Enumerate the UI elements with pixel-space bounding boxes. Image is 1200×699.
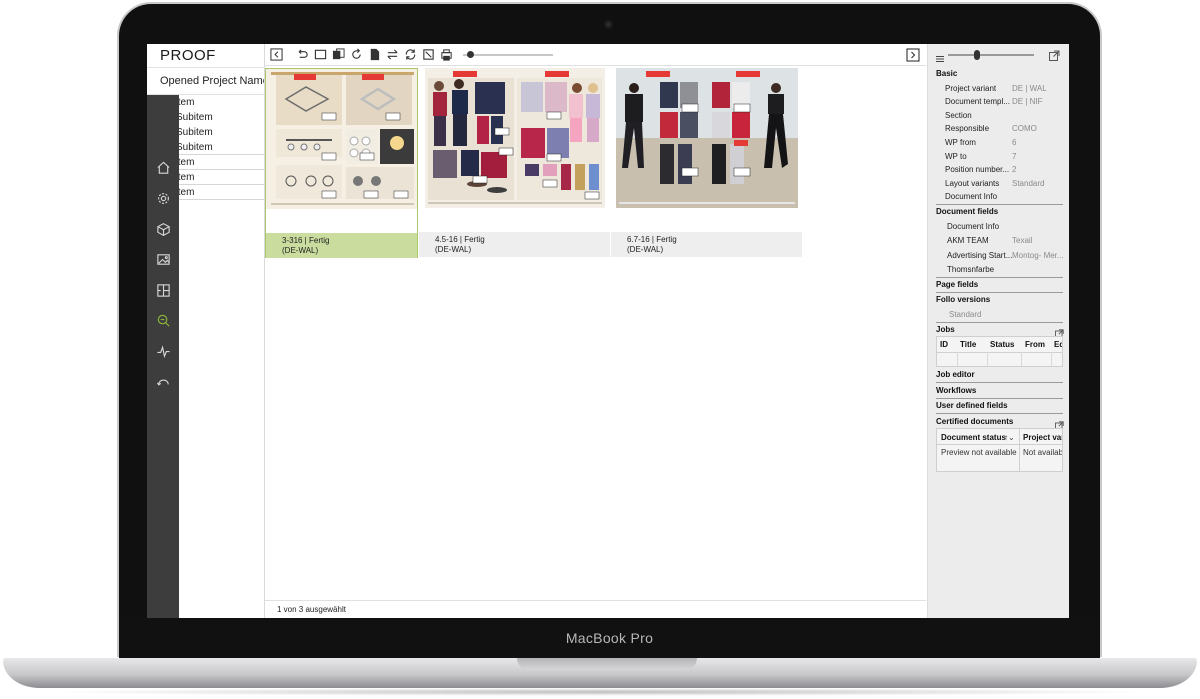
webcam (604, 20, 613, 29)
section-certified-documents[interactable]: Certified documents (936, 417, 1013, 426)
page-preview-image (616, 68, 798, 208)
copy-icon[interactable] (331, 47, 346, 62)
properties-zoom-handle[interactable] (974, 50, 980, 60)
page-thumbnail[interactable]: 3-316 | Fertig (DE-WAL) (265, 68, 418, 258)
status-bar: 1 von 3 ausgewählt (265, 600, 926, 618)
project-name-row[interactable]: Opened Project Name (147, 67, 269, 95)
zoom-icon[interactable] (155, 312, 171, 328)
page-preview-image (266, 69, 417, 209)
opening-notch (517, 658, 697, 670)
screen-bezel: MacBook Pro (119, 618, 1100, 658)
certified-documents-table: Document status ↑⌄ Project vari Preview … (936, 428, 1063, 472)
undo-curve-icon[interactable] (155, 373, 171, 389)
menu-icon[interactable] (936, 50, 944, 62)
thumbnail-caption: 6.7-16 | Fertig (DE-WAL) (611, 232, 802, 257)
jobs-table: ID Title Status From Ed (936, 336, 1063, 367)
tree-subitem[interactable]: Subitem (179, 110, 264, 125)
zoom-slider-handle[interactable] (467, 50, 474, 58)
expand-right-icon[interactable] (906, 48, 920, 62)
certified-popout-icon[interactable] (1055, 417, 1064, 430)
document-icon[interactable] (367, 47, 382, 62)
jobs-popout-icon[interactable] (1055, 325, 1064, 338)
undo-icon[interactable] (295, 47, 310, 62)
section-follo-versions[interactable]: Follo versions (936, 295, 990, 304)
tree-item[interactable]: Item (179, 170, 264, 185)
properties-zoom-slider[interactable] (948, 54, 1034, 56)
section-page-fields[interactable]: Page fields (936, 280, 978, 289)
section-workflows[interactable]: Workflows (936, 386, 976, 395)
refresh-icon[interactable] (403, 47, 418, 62)
device-model-label: MacBook Pro (565, 630, 654, 646)
swap-icon[interactable] (385, 47, 400, 62)
tree-item[interactable]: Item (179, 155, 264, 170)
section-document-fields[interactable]: Document fields (936, 207, 998, 216)
project-tree: ◆ Item Subitem › Subitem Subitem Item It… (179, 95, 264, 200)
activity-icon[interactable] (155, 343, 171, 359)
properties-panel: Basic Project variant DE | WAL Document … (927, 44, 1069, 618)
app-title: PROOF (160, 47, 216, 64)
tree-item[interactable]: ◆ Item (179, 95, 264, 110)
cube-icon[interactable] (155, 221, 171, 237)
zoom-slider[interactable] (463, 49, 553, 61)
tree-subitem[interactable]: Subitem (179, 140, 264, 155)
navigation-panel: PROOF Opened Project Name em Subitem Sub… (147, 44, 269, 618)
tree-item[interactable]: Item (179, 185, 264, 200)
popout-icon[interactable] (1049, 48, 1060, 61)
page-thumbnail[interactable]: 6.7-16 | Fertig (DE-WAL) (611, 68, 802, 258)
table-cell: Preview not available (941, 448, 1017, 457)
page-preview-image (425, 68, 605, 208)
section-jobs[interactable]: Jobs (936, 325, 955, 334)
page-grid-area: 3-316 | Fertig (DE-WAL) 4.5-16 | Fertig … (265, 44, 926, 618)
toolbar (265, 44, 926, 66)
frame-icon[interactable] (313, 47, 328, 62)
section-basic[interactable]: Basic (936, 69, 957, 78)
screen: PROOF Opened Project Name em Subitem Sub… (147, 44, 1069, 618)
sort-indicator-icon[interactable]: ↑⌄ (1004, 433, 1015, 442)
properties-toolbar (928, 44, 1069, 66)
page-thumbnail[interactable]: 4.5-16 | Fertig (DE-WAL) (419, 68, 610, 258)
section-user-defined-fields[interactable]: User defined fields (936, 401, 1008, 410)
thumbnail-caption: 4.5-16 | Fertig (DE-WAL) (419, 232, 610, 257)
tree-subitem[interactable]: › Subitem (179, 125, 264, 140)
collapse-left-icon[interactable] (269, 47, 284, 62)
icon-rail (147, 95, 179, 618)
rotate-icon[interactable] (349, 47, 364, 62)
crop-icon[interactable] (421, 47, 436, 62)
layout-icon[interactable] (155, 282, 171, 298)
gear-icon[interactable] (155, 190, 171, 206)
home-icon[interactable] (155, 159, 171, 175)
image-icon[interactable] (155, 251, 171, 267)
section-job-editor[interactable]: Job editor (936, 370, 975, 379)
table-cell: Not availab (1023, 448, 1063, 457)
print-icon[interactable] (439, 47, 454, 62)
thumbnail-caption: 3-316 | Fertig (DE-WAL) (266, 233, 417, 258)
